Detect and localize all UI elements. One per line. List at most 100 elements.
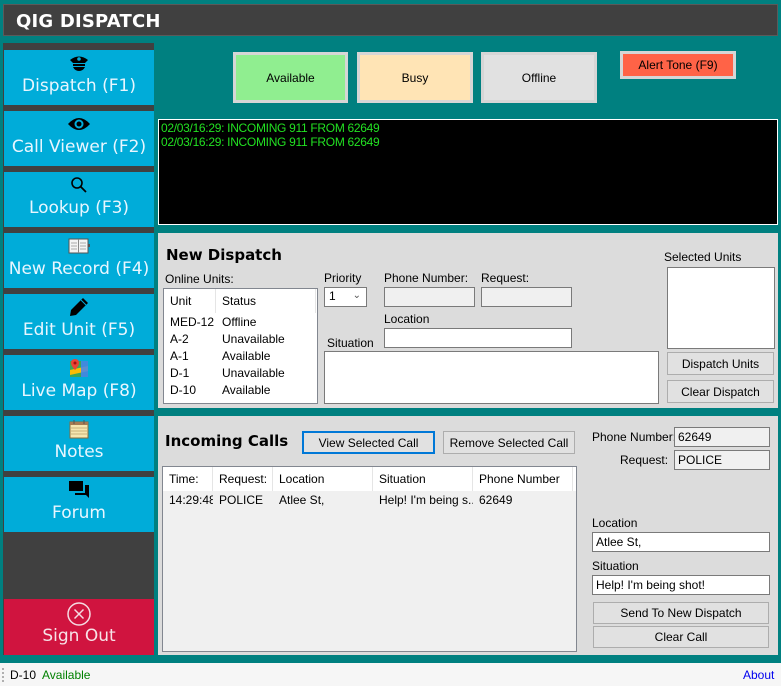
selected-units-list[interactable] xyxy=(667,267,775,349)
clear-dispatch-label: Clear Dispatch xyxy=(681,384,760,399)
phone-number-label: Phone Number: xyxy=(384,271,469,285)
sidebar-item-edit-unit[interactable]: Edit Unit (F5) xyxy=(4,294,154,349)
unit-row[interactable]: D-1 Unavailable xyxy=(164,364,317,381)
priority-select[interactable]: 1 ⌄ xyxy=(324,287,367,307)
app-title: QIG DISPATCH xyxy=(16,11,161,32)
priority-label: Priority xyxy=(324,271,362,285)
detail-location-field[interactable]: Atlee St, xyxy=(592,532,770,552)
unit-status: Unavailable xyxy=(222,365,285,380)
sidebar-item-live-map[interactable]: Live Map (F8) xyxy=(4,355,154,410)
console-line: 02/03/16:29: INCOMING 911 FROM 62649 xyxy=(161,135,380,149)
chevron-down-icon: ⌄ xyxy=(352,290,361,301)
send-to-new-dispatch-button[interactable]: Send To New Dispatch xyxy=(593,602,769,624)
location-label: Location xyxy=(384,312,430,326)
column-header-phone[interactable]: Phone Number xyxy=(473,467,573,491)
call-phone: 62649 xyxy=(479,493,513,507)
alert-tone-button[interactable]: Alert Tone (F9) xyxy=(620,51,736,79)
sidebar-item-label: New Record (F4) xyxy=(8,259,150,279)
column-header-situation[interactable]: Situation xyxy=(373,467,473,491)
column-header-unit[interactable]: Unit xyxy=(164,289,216,313)
status-strip: D-10 Available About xyxy=(0,663,781,686)
unit-id: D-10 xyxy=(170,382,197,397)
view-selected-call-label: View Selected Call xyxy=(318,435,419,450)
column-header-time[interactable]: Time: xyxy=(163,467,213,491)
send-to-new-dispatch-label: Send To New Dispatch xyxy=(620,606,742,620)
view-selected-call-button[interactable]: View Selected Call xyxy=(302,431,435,454)
unit-status: Available xyxy=(222,348,271,363)
remove-selected-call-button[interactable]: Remove Selected Call xyxy=(443,431,575,454)
pencil-icon xyxy=(4,297,154,317)
police-cap-icon xyxy=(4,53,154,73)
sidebar-item-call-viewer[interactable]: Call Viewer (F2) xyxy=(4,111,154,166)
sidebar-item-label: Lookup (F3) xyxy=(28,198,130,218)
request-label: Request: xyxy=(481,271,530,285)
selected-units-label: Selected Units xyxy=(664,250,742,264)
sidebar-item-label: Forum xyxy=(52,503,106,523)
detail-request-field[interactable]: POLICE xyxy=(674,450,770,470)
unit-status: Unavailable xyxy=(222,331,285,346)
dispatch-units-button[interactable]: Dispatch Units xyxy=(667,352,774,375)
alert-tone-label: Alert Tone (F9) xyxy=(638,58,718,72)
call-row[interactable]: 14:29:48 POLICE Atlee St, Help! I'm bein… xyxy=(163,491,576,509)
sidebar-item-lookup[interactable]: Lookup (F3) xyxy=(4,172,154,227)
unit-id: MED-12 xyxy=(170,314,215,329)
about-link[interactable]: About xyxy=(743,668,774,682)
incoming-calls-list[interactable]: Time: Request: Location Situation Phone … xyxy=(162,466,577,652)
sidebar-item-label: Notes xyxy=(54,442,104,462)
unit-id: D-1 xyxy=(170,365,190,380)
unit-row[interactable]: D-10 Available xyxy=(164,381,317,398)
remove-selected-call-label: Remove Selected Call xyxy=(449,435,569,450)
sidebar-item-label: Dispatch (F1) xyxy=(22,76,136,96)
sign-out-button[interactable]: Sign Out xyxy=(4,599,154,655)
request-field[interactable] xyxy=(481,287,572,307)
clear-call-label: Clear Call xyxy=(654,630,708,644)
offline-button[interactable]: Offline xyxy=(481,52,597,103)
event-console[interactable]: 02/03/16:29: INCOMING 911 FROM 62649 02/… xyxy=(158,119,778,225)
unit-row[interactable]: MED-12 Offline xyxy=(164,313,317,330)
sidebar-item-label: Call Viewer (F2) xyxy=(11,137,147,157)
eye-icon xyxy=(4,114,154,134)
grip-handle xyxy=(2,668,4,682)
offline-label: Offline xyxy=(521,70,557,85)
unit-id: A-1 xyxy=(170,348,189,363)
column-header-location[interactable]: Location xyxy=(273,467,373,491)
detail-phone-field[interactable]: 62649 xyxy=(674,427,770,447)
incoming-calls-panel: Incoming Calls View Selected Call Remove… xyxy=(158,416,778,655)
notebook-icon xyxy=(4,236,154,256)
chat-icon xyxy=(4,480,154,500)
situation-textarea[interactable] xyxy=(324,351,659,404)
clear-dispatch-button[interactable]: Clear Dispatch xyxy=(667,380,774,403)
phone-number-field[interactable] xyxy=(384,287,475,307)
sidebar-item-dispatch[interactable]: Dispatch (F1) xyxy=(4,50,154,105)
priority-value: 1 xyxy=(329,289,336,303)
column-header-request[interactable]: Request: xyxy=(213,467,273,491)
sidebar-item-new-record[interactable]: New Record (F4) xyxy=(4,233,154,288)
sidebar-item-notes[interactable]: Notes xyxy=(4,416,154,471)
busy-button[interactable]: Busy xyxy=(357,52,473,103)
clear-call-button[interactable]: Clear Call xyxy=(593,626,769,648)
current-unit: D-10 xyxy=(10,668,37,682)
sidebar-item-label: Live Map (F8) xyxy=(21,381,137,401)
busy-label: Busy xyxy=(401,70,429,85)
column-header-status[interactable]: Status xyxy=(216,289,316,313)
title-bar: QIG DISPATCH xyxy=(3,4,778,36)
unit-id: A-2 xyxy=(170,331,189,346)
call-time: 14:29:48 xyxy=(169,493,213,507)
detail-situation-field[interactable]: Help! I'm being shot! xyxy=(592,575,770,595)
situation-label: Situation xyxy=(327,336,374,350)
sign-out-label: Sign Out xyxy=(42,626,116,646)
new-dispatch-panel: New Dispatch Online Units: Unit Status M… xyxy=(158,233,778,408)
incoming-calls-title: Incoming Calls xyxy=(165,432,289,450)
unit-row[interactable]: A-1 Available xyxy=(164,347,317,364)
location-input[interactable] xyxy=(384,328,572,348)
unit-status: Offline xyxy=(222,314,257,329)
available-button[interactable]: Available xyxy=(233,52,348,103)
call-situation: Help! I'm being s... xyxy=(379,493,473,507)
sidebar-item-forum[interactable]: Forum xyxy=(4,477,154,532)
unit-row[interactable]: A-2 Unavailable xyxy=(164,330,317,347)
search-icon xyxy=(4,175,154,195)
online-units-list[interactable]: Unit Status MED-12 Offline A-2 Unavailable… xyxy=(163,288,318,404)
unit-status: Available xyxy=(222,382,271,397)
detail-situation-label: Situation xyxy=(592,559,639,573)
units-list-header: Unit Status xyxy=(164,289,317,313)
